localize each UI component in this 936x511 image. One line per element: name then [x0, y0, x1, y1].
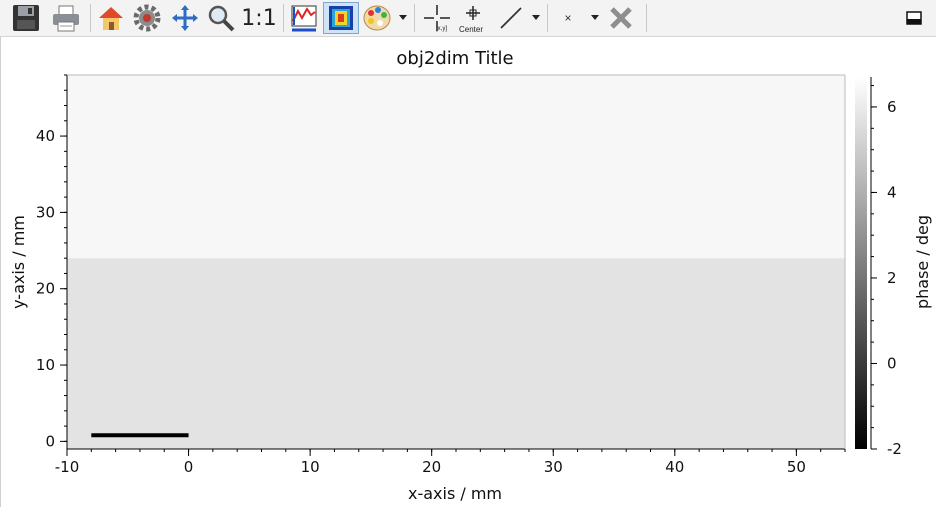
marker-button[interactable]: [x,y] [420, 2, 454, 34]
colorbar[interactable]: -2 0 2 4 6 [855, 77, 902, 458]
x-tick-label: 20 [422, 458, 441, 476]
pan-icon [172, 5, 198, 31]
palette-button[interactable] [360, 2, 394, 34]
settings-button[interactable] [130, 2, 164, 34]
image-regions [67, 75, 845, 449]
aspect-ratio-label: 1:1 [241, 5, 277, 31]
colorbar-tick-label: 2 [887, 269, 897, 287]
image-region [67, 258, 845, 449]
x-tick-label: 0 [184, 458, 194, 476]
line-draw-icon [500, 7, 522, 29]
line-draw-dropdown-arrow[interactable] [532, 15, 540, 20]
print-icon [53, 5, 79, 32]
line-draw-button[interactable] [494, 2, 528, 34]
toolbar-separator [414, 4, 415, 32]
y-axis-label: y-axis / mm [9, 215, 28, 309]
home-icon [99, 7, 123, 30]
palette-dropdown-arrow[interactable] [399, 15, 407, 20]
save-button[interactable] [8, 2, 44, 34]
image-region [67, 75, 845, 259]
delete-button[interactable] [605, 2, 637, 34]
gear-icon [133, 4, 161, 32]
plot-title: obj2dim Title [396, 48, 513, 69]
line-profile-button[interactable] [287, 2, 321, 34]
save-icon [13, 5, 39, 31]
center-label: Center [459, 25, 484, 34]
toolbar-separator [646, 4, 647, 32]
home-button[interactable] [94, 2, 128, 34]
point-marker-dropdown-arrow[interactable] [591, 15, 599, 20]
pan-button[interactable] [168, 2, 202, 34]
window-icon [906, 11, 922, 25]
colorbar-tick-label: 4 [887, 183, 897, 201]
x-tick-label: 10 [301, 458, 320, 476]
center-marker-icon [466, 6, 480, 20]
zoom-button[interactable] [204, 2, 238, 34]
window-button[interactable] [900, 2, 928, 34]
colorbar-tick-label: -2 [887, 440, 902, 458]
y-tick-label: 10 [36, 356, 55, 374]
toolbar-separator [547, 4, 548, 32]
colorbar-gradient [855, 77, 867, 449]
colormap-button[interactable] [323, 2, 359, 34]
print-button[interactable] [48, 2, 84, 34]
aspect-ratio-button[interactable]: 1:1 [240, 2, 278, 34]
colorbar-label: phase / deg [913, 215, 932, 309]
colormap-icon [329, 6, 353, 30]
toolbar: 1:1 [x,y] Center × [0, 0, 936, 37]
x-tick-label: 30 [544, 458, 563, 476]
y-tick-label: 0 [45, 432, 55, 450]
x-tick-label: 40 [665, 458, 684, 476]
point-marker-icon: × [564, 11, 572, 25]
colorbar-tick-label: 6 [887, 98, 897, 116]
center-marker-button[interactable]: Center [456, 2, 490, 34]
x-tick-label: -10 [55, 458, 80, 476]
x-axis-label: x-axis / mm [408, 484, 502, 503]
palette-icon [363, 5, 391, 31]
point-marker-button[interactable]: × [556, 2, 580, 34]
plot-canvas[interactable]: obj2dim Title -10 0 10 20 30 40 50 0 10 20 30 40 -2… [0, 37, 936, 507]
zoom-icon [208, 5, 235, 32]
y-tick-label: 40 [36, 127, 55, 145]
plot-figure: obj2dim Title -10 0 10 20 30 40 50010203040 -2… [9, 48, 932, 503]
line-profile-icon [291, 5, 317, 32]
toolbar-separator [90, 4, 91, 32]
marker-sub-label: [x,y] [436, 26, 448, 32]
toolbar-separator [283, 4, 284, 32]
y-tick-label: 30 [36, 203, 55, 221]
x-tick-label: 50 [787, 458, 806, 476]
colorbar-tick-label: 0 [887, 354, 897, 372]
y-tick-label: 20 [36, 280, 55, 298]
delete-icon [610, 7, 632, 29]
